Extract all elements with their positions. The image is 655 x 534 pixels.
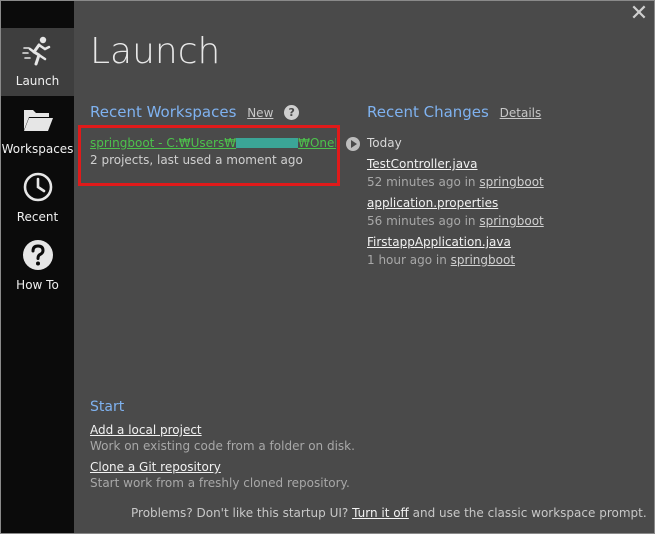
help-icon[interactable]: ? xyxy=(284,105,300,120)
main-panel: ✕ Launch Recent Workspaces New ? springb… xyxy=(74,1,654,533)
project-link[interactable]: springboot xyxy=(479,175,543,189)
page-title: Launch xyxy=(90,31,221,72)
sidebar-item-label: Workspaces xyxy=(1,142,74,156)
close-icon: ✕ xyxy=(629,1,649,26)
play-icon[interactable] xyxy=(346,137,360,151)
recent-workspaces-header: Recent Workspaces New ? xyxy=(90,103,300,121)
add-local-project-desc: Work on existing code from a folder on d… xyxy=(90,439,355,453)
changes-group-label: Today xyxy=(367,136,402,150)
turn-it-off-link[interactable]: Turn it off xyxy=(352,506,409,520)
list-item: FirstappApplication.java 1 hour ago in s… xyxy=(367,235,515,267)
close-button[interactable]: ✕ xyxy=(628,3,650,25)
changed-file-link[interactable]: application.properties xyxy=(367,196,544,210)
recent-changes-heading: Recent Changes xyxy=(367,103,489,121)
workspace-name: springboot - C:₩Users₩₩OneD... xyxy=(90,136,336,150)
project-link[interactable]: springboot xyxy=(479,214,543,228)
sidebar-item-label: Launch xyxy=(15,74,60,88)
add-local-project-link[interactable]: Add a local project xyxy=(90,423,202,437)
folder-icon xyxy=(23,110,53,131)
recent-workspaces-heading: Recent Workspaces xyxy=(90,103,237,121)
change-meta: 1 hour ago in springboot xyxy=(367,253,516,267)
project-link[interactable]: springboot xyxy=(451,253,515,267)
workspace-item-springboot[interactable]: springboot - C:₩Users₩₩OneD... xyxy=(90,136,336,150)
footer-note: Problems? Don't like this startup UI? Tu… xyxy=(131,506,647,520)
changed-file-link[interactable]: TestController.java xyxy=(367,157,544,171)
clone-git-repository-link[interactable]: Clone a Git repository xyxy=(90,460,221,474)
launch-window: Launch Workspaces Recent How To ✕ Launch… xyxy=(0,0,655,534)
redaction-mark xyxy=(236,138,299,148)
clock-icon xyxy=(23,172,52,202)
sidebar-item-launch[interactable]: Launch xyxy=(1,28,74,96)
list-item: TestController.java 52 minutes ago in sp… xyxy=(367,157,544,189)
details-link[interactable]: Details xyxy=(500,106,542,120)
clone-git-repository-desc: Start work from a freshly cloned reposit… xyxy=(90,476,350,490)
sidebar: Launch Workspaces Recent How To xyxy=(1,1,74,533)
runner-icon xyxy=(21,36,50,66)
sidebar-item-how-to[interactable]: How To xyxy=(1,232,74,300)
sidebar-item-recent[interactable]: Recent xyxy=(1,164,74,232)
sidebar-item-workspaces[interactable]: Workspaces xyxy=(1,96,74,164)
sidebar-item-label: Recent xyxy=(16,210,59,224)
start-heading: Start xyxy=(90,399,125,415)
change-meta: 56 minutes ago in springboot xyxy=(367,214,544,228)
sidebar-item-label: How To xyxy=(16,278,59,292)
recent-changes-header: Recent Changes Details xyxy=(367,103,541,121)
changed-file-link[interactable]: FirstappApplication.java xyxy=(367,235,515,249)
workspace-meta: 2 projects, last used a moment ago xyxy=(90,153,303,167)
question-icon xyxy=(22,240,53,270)
new-workspace-link[interactable]: New xyxy=(247,106,273,120)
list-item: application.properties 56 minutes ago in… xyxy=(367,196,544,228)
change-meta: 52 minutes ago in springboot xyxy=(367,175,544,189)
